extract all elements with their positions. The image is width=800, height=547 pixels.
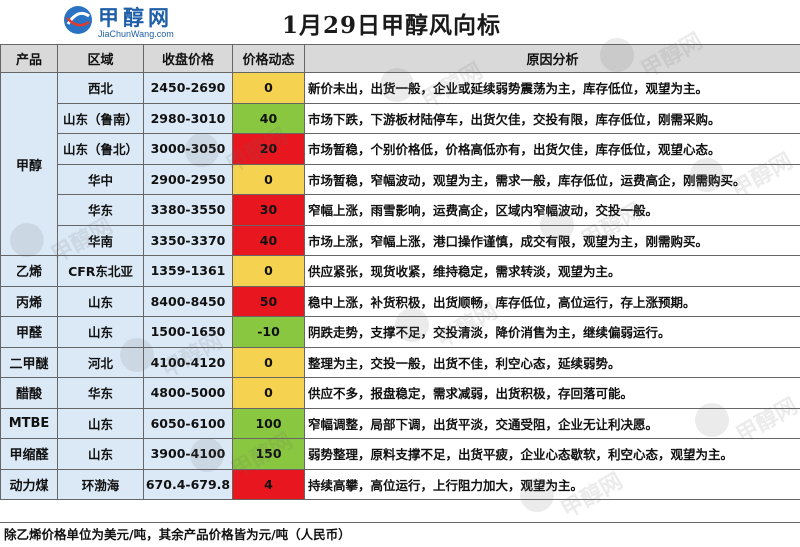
change-cell: 20 bbox=[232, 133, 305, 165]
table-row: MTBE 山东 6050-6100 100 窄幅调整，局部下调，出货平淡，交通受阻，企业… bbox=[0, 407, 800, 439]
analysis-cell: 窄幅上涨，雨雪影响，运费高企，区域内窄幅波动，交投一般。 bbox=[304, 194, 800, 226]
price-cell: 2980-3010 bbox=[143, 102, 233, 134]
analysis-cell: 供应紧张，现货收紧，维持稳定，需求转淡，观望为主。 bbox=[304, 255, 800, 287]
table-row: 山东（鲁南） 2980-3010 40 市场下跌，下游板材陆停车，出货欠佳，交投有限，… bbox=[1, 102, 800, 134]
price-cell: 4100-4120 bbox=[143, 346, 233, 378]
product-cell: 二甲醚 bbox=[0, 346, 58, 378]
price-cell: 3350-3370 bbox=[143, 224, 233, 256]
product-cell: 乙烯 bbox=[0, 255, 58, 287]
analysis-cell: 阴跌走势，支撑不足，交投清淡，降价消售为主，继续偏弱运行。 bbox=[304, 316, 800, 348]
region-cell: 华中 bbox=[57, 163, 144, 195]
region-cell: CFR东北亚 bbox=[57, 255, 144, 287]
change-cell: 50 bbox=[232, 285, 305, 317]
analysis-cell: 市场上涨，窄幅上涨，港口操作谨慎，成交有限，观望为主，刚需购买。 bbox=[304, 224, 800, 256]
table-row: 华东 3380-3550 30 窄幅上涨，雨雪影响，运费高企，区域内窄幅波动，交投一般… bbox=[1, 194, 800, 226]
price-cell: 2900-2950 bbox=[143, 163, 233, 195]
change-cell: 100 bbox=[232, 407, 305, 439]
change-cell: 30 bbox=[232, 194, 305, 226]
analysis-cell: 市场下跌，下游板材陆停车，出货欠佳，交投有限，库存低位，刚需采购。 bbox=[304, 102, 800, 134]
region-cell: 山东 bbox=[57, 438, 144, 470]
region-cell: 山东 bbox=[57, 407, 144, 439]
table-header-row: 产品 区域 收盘价格 价格动态 原因分析 bbox=[0, 44, 800, 73]
region-cell: 山东（鲁南） bbox=[57, 102, 144, 134]
table-row: 华中 2900-2950 0 市场暂稳，窄幅波动，观望为主，需求一般，库存低位，运费高… bbox=[1, 163, 800, 195]
region-cell: 华东 bbox=[57, 194, 144, 226]
table-row: 甲缩醛 山东 3900-4100 150 弱势整理，原料支撑不足，出货平疲，企业心态歇软… bbox=[0, 438, 800, 470]
analysis-cell: 持续高攀，高位运行，上行阻力加大，观望为主。 bbox=[304, 468, 800, 500]
table-row: 甲醛 山东 1500-1650 -10 阴跌走势，支撑不足，交投清淡，降价消售为主，继续… bbox=[0, 316, 800, 348]
product-cell: MTBE bbox=[0, 407, 58, 439]
region-cell: 山东 bbox=[57, 285, 144, 317]
col-header-region: 区域 bbox=[57, 44, 144, 73]
price-cell: 6050-6100 bbox=[143, 407, 233, 439]
price-cell: 670.4-679.8 bbox=[143, 468, 233, 500]
col-header-price: 收盘价格 bbox=[143, 44, 233, 73]
change-cell: 0 bbox=[232, 72, 305, 104]
product-cell: 丙烯 bbox=[0, 285, 58, 317]
analysis-cell: 供应不多，报盘稳定，需求减弱，出货积极，存回落可能。 bbox=[304, 377, 800, 409]
analysis-cell: 市场暂稳，个别价格低，价格高低亦有，出货欠佳，库存低位，观望心态。 bbox=[304, 133, 800, 165]
region-cell: 环渤海 bbox=[57, 468, 144, 500]
col-header-product: 产品 bbox=[0, 44, 58, 73]
region-cell: 西北 bbox=[57, 72, 144, 104]
change-cell: 0 bbox=[232, 255, 305, 287]
region-cell: 华东 bbox=[57, 377, 144, 409]
product-cell: 醋酸 bbox=[0, 377, 58, 409]
change-cell: -10 bbox=[232, 316, 305, 348]
table-body: 甲醇 西北 2450-2690 0 新价未出，出货一般，企业或延续弱势震荡为主，库存低位… bbox=[0, 72, 800, 500]
table-row: 动力煤 环渤海 670.4-679.8 4 持续高攀，高位运行，上行阻力加大，观望为主。 bbox=[0, 468, 800, 500]
analysis-cell: 整理为主，交投一般，出货不佳，利空心态，延续弱势。 bbox=[304, 346, 800, 378]
analysis-cell: 弱势整理，原料支撑不足，出货平疲，企业心态歇软，利空心态，观望为主。 bbox=[304, 438, 800, 470]
price-cell: 4800-5000 bbox=[143, 377, 233, 409]
price-cell: 1500-1650 bbox=[143, 316, 233, 348]
analysis-cell: 稳中上涨，补货积极，出货顺畅，库存低位，高位运行，存上涨预期。 bbox=[304, 285, 800, 317]
analysis-cell: 新价未出，出货一般，企业或延续弱势震荡为主，库存低位，观望为主。 bbox=[304, 72, 800, 104]
analysis-cell: 市场暂稳，窄幅波动，观望为主，需求一般，库存低位，运费高企，刚需购买。 bbox=[304, 163, 800, 195]
analysis-cell: 窄幅调整，局部下调，出货平淡，交通受阻，企业无让利决愿。 bbox=[304, 407, 800, 439]
table-row: 醋酸 华东 4800-5000 0 供应不多，报盘稳定，需求减弱，出货积极，存回落可能。 bbox=[0, 377, 800, 409]
product-cell: 甲醛 bbox=[0, 316, 58, 348]
change-cell: 4 bbox=[232, 468, 305, 500]
table-row: 乙烯 CFR东北亚 1359-1361 0 供应紧张，现货收紧，维持稳定，需求转淡，观望… bbox=[0, 255, 800, 287]
change-cell: 40 bbox=[232, 102, 305, 134]
price-cell: 8400-8450 bbox=[143, 285, 233, 317]
change-cell: 40 bbox=[232, 224, 305, 256]
col-header-analysis: 原因分析 bbox=[304, 44, 800, 73]
region-cell: 河北 bbox=[57, 346, 144, 378]
product-cell: 甲缩醛 bbox=[0, 438, 58, 470]
footer-note: 除乙烯价格单位为美元/吨，其余产品价格皆为元/吨（人民币） bbox=[0, 522, 800, 547]
region-cell: 华南 bbox=[57, 224, 144, 256]
table-row: 二甲醚 河北 4100-4120 0 整理为主，交投一般，出货不佳，利空心态，延续弱势。 bbox=[0, 346, 800, 378]
product-cell: 甲醇 bbox=[0, 72, 58, 256]
price-cell: 3900-4100 bbox=[143, 438, 233, 470]
table-row: 丙烯 山东 8400-8450 50 稳中上涨，补货积极，出货顺畅，库存低位，高位运行，… bbox=[0, 285, 800, 317]
change-cell: 150 bbox=[232, 438, 305, 470]
table-row: 甲醇 西北 2450-2690 0 新价未出，出货一般，企业或延续弱势震荡为主，库存低位… bbox=[0, 72, 800, 256]
logo-text: 甲醇网 bbox=[98, 5, 173, 30]
region-cell: 山东（鲁北） bbox=[57, 133, 144, 165]
page: 甲醇网 JiaChunWang.com 1月29日甲醇风向标 产品 区域 收盘价… bbox=[0, 0, 800, 547]
table-row: 山东（鲁北） 3000-3050 20 市场暂稳，个别价格低，价格高低亦有，出货欠佳，… bbox=[1, 133, 800, 165]
change-cell: 0 bbox=[232, 346, 305, 378]
change-cell: 0 bbox=[232, 163, 305, 195]
product-cell: 动力煤 bbox=[0, 468, 58, 500]
table-row: 华南 3350-3370 40 市场上涨，窄幅上涨，港口操作谨慎，成交有限，观望为主，… bbox=[1, 224, 800, 256]
price-cell: 1359-1361 bbox=[143, 255, 233, 287]
page-title: 1月29日甲醇风向标 bbox=[282, 12, 502, 39]
change-cell: 0 bbox=[232, 377, 305, 409]
price-table: 产品 区域 收盘价格 价格动态 原因分析 甲醇 西北 2450-2690 0 新价未出，… bbox=[0, 44, 800, 500]
logo-globe-icon bbox=[64, 6, 92, 34]
price-cell: 3000-3050 bbox=[143, 133, 233, 165]
price-cell: 3380-3550 bbox=[143, 194, 233, 226]
region-cell: 山东 bbox=[57, 316, 144, 348]
price-cell: 2450-2690 bbox=[143, 72, 233, 104]
col-header-change: 价格动态 bbox=[232, 44, 305, 73]
header: 甲醇网 JiaChunWang.com 1月29日甲醇风向标 bbox=[0, 0, 800, 44]
logo-url-text: JiaChunWang.com bbox=[98, 29, 174, 39]
logo: 甲醇网 JiaChunWang.com bbox=[62, 2, 192, 42]
